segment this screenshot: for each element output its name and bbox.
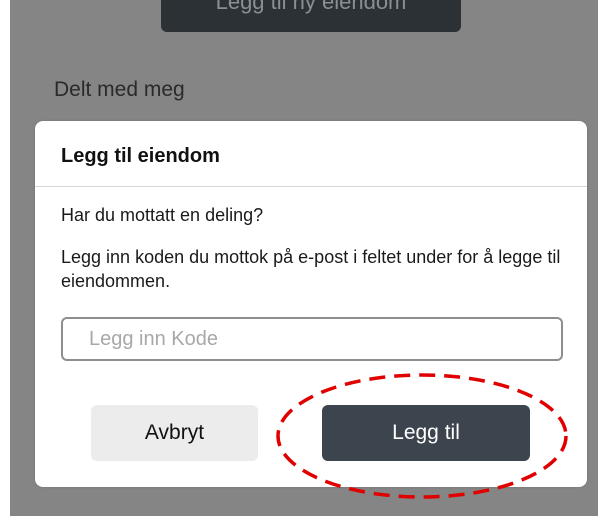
- dialog-instructions: Legg inn koden du mottok på e-post i fel…: [61, 247, 561, 291]
- dialog-divider: [35, 186, 587, 187]
- dialog-title: Legg til eiendom: [61, 145, 220, 167]
- add-property-dialog: Legg til eiendom Har du mottatt en delin…: [35, 121, 587, 487]
- shared-with-me-heading: Delt med meg: [54, 78, 185, 101]
- add-new-property-label: Legg til ny eiendom: [215, 0, 407, 14]
- app-screen: Legg til ny eiendom Delt med meg Legg ti…: [10, 0, 598, 516]
- dialog-question: Har du mottatt en deling?: [61, 205, 264, 225]
- screenshot-frame: Legg til ny eiendom Delt med meg Legg ti…: [0, 0, 609, 516]
- add-button[interactable]: Legg til: [322, 405, 530, 461]
- cancel-button[interactable]: Avbryt: [91, 405, 258, 461]
- add-new-property-button: Legg til ny eiendom: [161, 0, 461, 32]
- code-input[interactable]: [61, 317, 563, 361]
